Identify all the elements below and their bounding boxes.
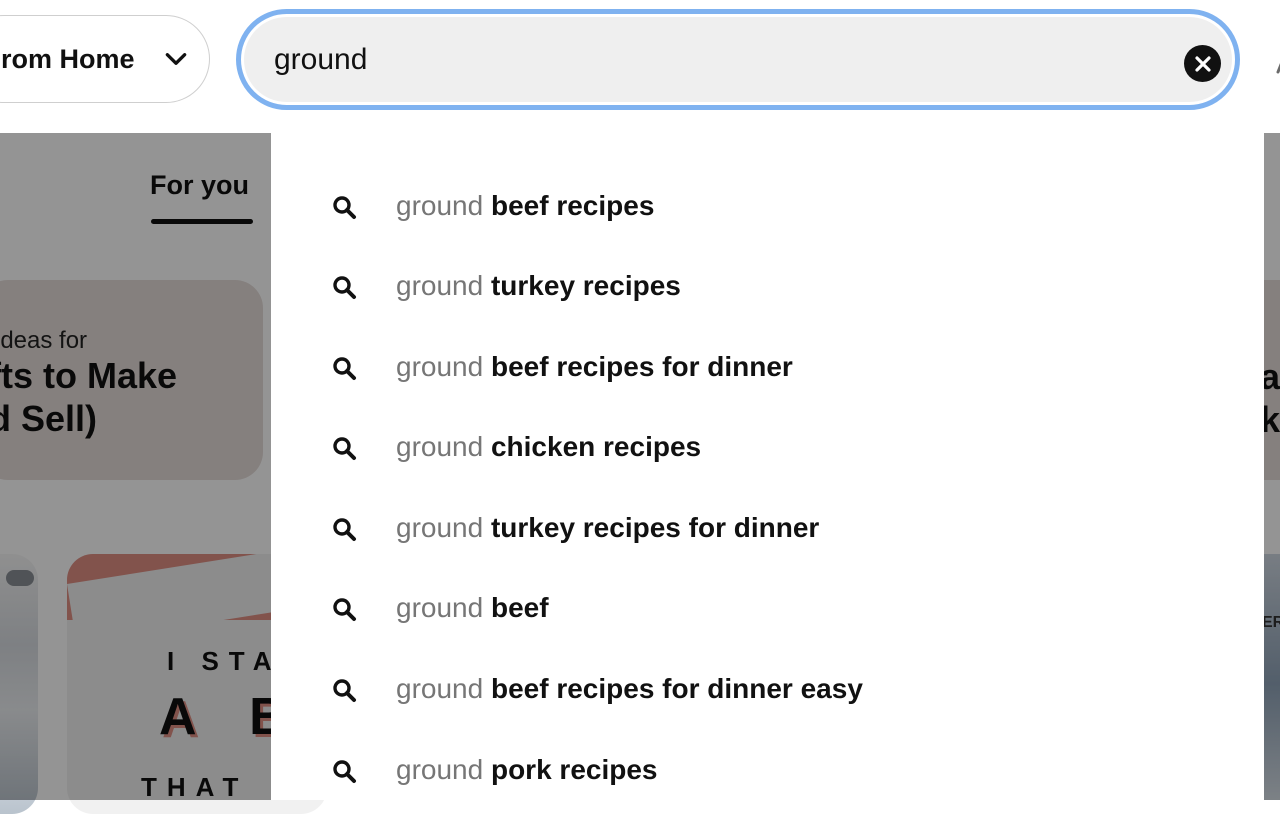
clear-search-button[interactable] — [1184, 45, 1221, 82]
suggestion-text: ground chicken recipes — [396, 431, 701, 463]
search-suggestion-item[interactable]: ground pork recipes — [271, 732, 1264, 800]
suggestion-completion: turkey recipes — [490, 270, 681, 301]
search-icon — [333, 760, 356, 783]
search-suggestion-item[interactable]: ground beef — [271, 570, 1264, 650]
search-suggestion-item[interactable]: ground beef recipes for dinner easy — [271, 651, 1264, 731]
suggestion-query-prefix: ground — [396, 270, 484, 301]
search-icon — [333, 679, 356, 702]
suggestion-completion: turkey recipes for dinner — [490, 512, 820, 543]
suggestion-query-prefix: ground — [396, 431, 484, 462]
suggestion-completion: beef — [490, 592, 549, 623]
suggestion-query-prefix: ground — [396, 512, 484, 543]
suggestion-completion: chicken recipes — [490, 431, 702, 462]
suggestion-completion: beef recipes — [490, 190, 655, 221]
suggestion-query-prefix: ground — [396, 351, 484, 382]
search-bar — [236, 9, 1240, 110]
search-icon — [333, 196, 356, 219]
search-suggestions-dropdown: ground beef recipes ground turkey recipe… — [271, 133, 1264, 800]
suggestion-completion: beef recipes for dinner easy — [490, 673, 863, 704]
suggestion-text: ground beef — [396, 592, 549, 624]
suggestion-text: ground turkey recipes — [396, 270, 681, 302]
search-icon — [333, 437, 356, 460]
search-suggestion-item[interactable]: ground beef recipes for dinner — [271, 329, 1264, 409]
search-suggestion-item[interactable]: ground turkey recipes — [271, 248, 1264, 328]
suggestion-text: ground beef recipes for dinner easy — [396, 673, 863, 705]
suggestion-completion: pork recipes — [490, 754, 658, 785]
chevron-up-icon[interactable] — [1270, 52, 1280, 78]
close-icon — [1194, 55, 1211, 72]
suggestion-query-prefix: ground — [396, 673, 484, 704]
search-icon — [333, 276, 356, 299]
suggestion-text: ground pork recipes — [396, 754, 658, 786]
suggestion-query-prefix: ground — [396, 190, 484, 221]
search-input[interactable] — [274, 17, 1134, 102]
search-suggestion-item[interactable]: ground turkey recipes for dinner — [271, 490, 1264, 570]
search-icon — [333, 357, 356, 380]
suggestion-text: ground beef recipes for dinner — [396, 351, 793, 383]
search-suggestion-item[interactable]: ground beef recipes — [271, 168, 1264, 248]
suggestion-text: ground turkey recipes for dinner — [396, 512, 819, 544]
search-icon — [333, 598, 356, 621]
home-feed-filter-button[interactable]: rom Home — [0, 15, 210, 103]
suggestion-query-prefix: ground — [396, 754, 484, 785]
search-suggestion-item[interactable]: ground chicken recipes — [271, 409, 1264, 489]
search-icon — [333, 518, 356, 541]
home-feed-filter-label: rom Home — [1, 43, 135, 74]
header-bar: rom Home — [0, 0, 1280, 133]
suggestion-text: ground beef recipes — [396, 190, 654, 222]
suggestion-completion: beef recipes for dinner — [490, 351, 793, 382]
chevron-down-icon — [165, 53, 187, 65]
search-field-background — [244, 17, 1232, 102]
suggestion-query-prefix: ground — [396, 592, 484, 623]
